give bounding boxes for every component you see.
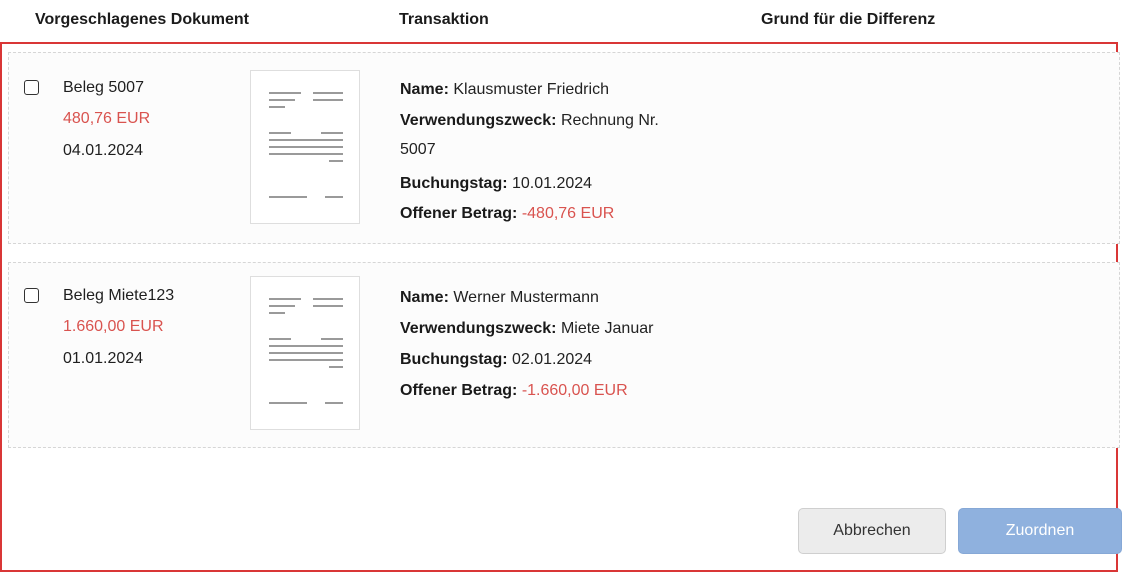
select-checkbox[interactable]: [24, 288, 39, 303]
document-title: Beleg Miete123: [63, 287, 175, 304]
document-amount: 480,76 EUR: [63, 110, 151, 127]
column-header-reason: Grund für die Differenz: [761, 11, 936, 28]
document-title: Beleg 5007: [63, 79, 144, 96]
transaction-purpose-continued: 5007: [400, 141, 436, 158]
transaction-booking-date: Buchungstag: 02.01.2024: [400, 351, 593, 368]
transaction-purpose: Verwendungszweck: Miete Januar: [400, 320, 654, 337]
transaction-open-amount: Offener Betrag: -1.660,00 EUR: [400, 382, 628, 399]
transaction-purpose: Verwendungszweck: Rechnung Nr.: [400, 112, 659, 129]
transaction-booking-date: Buchungstag: 10.01.2024: [400, 175, 593, 192]
transaction-name: Name: Klausmuster Friedrich: [400, 81, 609, 98]
document-date: 01.01.2024: [63, 350, 144, 367]
document-preview-icon: [269, 92, 343, 198]
assign-button[interactable]: Zuordnen: [958, 508, 1122, 554]
document-date: 04.01.2024: [63, 142, 144, 159]
column-header-document: Vorgeschlagenes Dokument: [35, 11, 249, 28]
transaction-name: Name: Werner Mustermann: [400, 289, 599, 306]
document-preview[interactable]: [250, 70, 360, 224]
select-checkbox[interactable]: [24, 80, 39, 95]
column-header-transaction: Transaktion: [399, 11, 489, 28]
document-amount: 1.660,00 EUR: [63, 318, 164, 335]
document-preview[interactable]: [250, 276, 360, 430]
document-preview-icon: [269, 298, 343, 404]
transaction-open-amount: Offener Betrag: -480,76 EUR: [400, 205, 615, 222]
cancel-button[interactable]: Abbrechen: [798, 508, 946, 554]
